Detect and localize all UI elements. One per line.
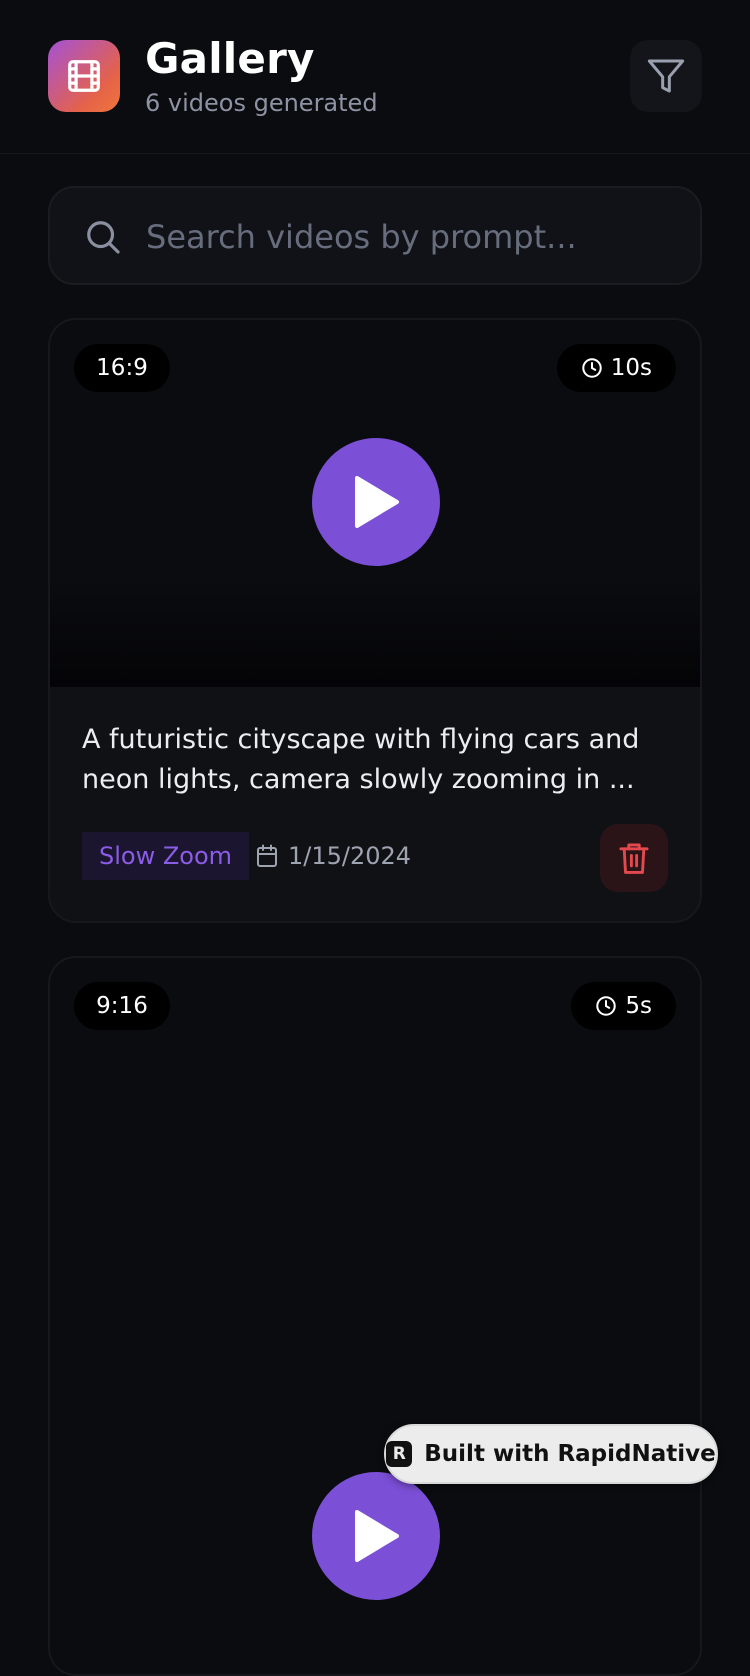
video-card[interactable]: 9:16 5s <box>48 956 702 1676</box>
calendar-icon <box>257 844 277 867</box>
badge-label: Built with RapidNative <box>424 1441 716 1467</box>
filter-icon <box>647 59 685 93</box>
duration-badge: 5s <box>571 982 676 1030</box>
filter-button[interactable] <box>630 40 702 112</box>
search-icon <box>87 221 120 254</box>
search-bar <box>48 186 702 285</box>
built-with-badge[interactable]: R Built with RapidNative <box>384 1424 718 1484</box>
date-label: 1/15/2024 <box>288 842 412 870</box>
play-icon <box>355 1510 399 1562</box>
play-button[interactable] <box>312 438 440 566</box>
camera-style-tag: Slow Zoom <box>82 832 250 880</box>
film-icon <box>68 60 100 92</box>
play-icon <box>355 476 399 528</box>
play-button[interactable] <box>312 1472 440 1600</box>
video-date: 1/15/2024 <box>256 832 411 880</box>
search-input[interactable] <box>146 212 666 262</box>
trash-icon <box>619 843 649 874</box>
duration-label: 5s <box>625 993 652 1019</box>
duration-label: 10s <box>610 355 652 381</box>
aspect-ratio-badge: 9:16 <box>74 982 170 1030</box>
duration-badge: 10s <box>556 344 676 392</box>
clock-icon <box>596 996 617 1016</box>
video-count: 6 videos generated <box>145 89 378 117</box>
video-prompt: A futuristic cityscape with flying cars … <box>82 724 640 795</box>
aspect-ratio-badge: 16:9 <box>74 344 170 392</box>
delete-button[interactable] <box>600 824 668 892</box>
page-title: Gallery <box>145 34 315 83</box>
header: Gallery 6 videos generated <box>0 0 750 154</box>
video-card[interactable]: 16:9 10s A futuristic cityscape with fly… <box>48 318 702 923</box>
app-logo <box>48 40 120 112</box>
rapidnative-logo-icon: R <box>386 1441 413 1467</box>
clock-icon <box>582 358 602 378</box>
